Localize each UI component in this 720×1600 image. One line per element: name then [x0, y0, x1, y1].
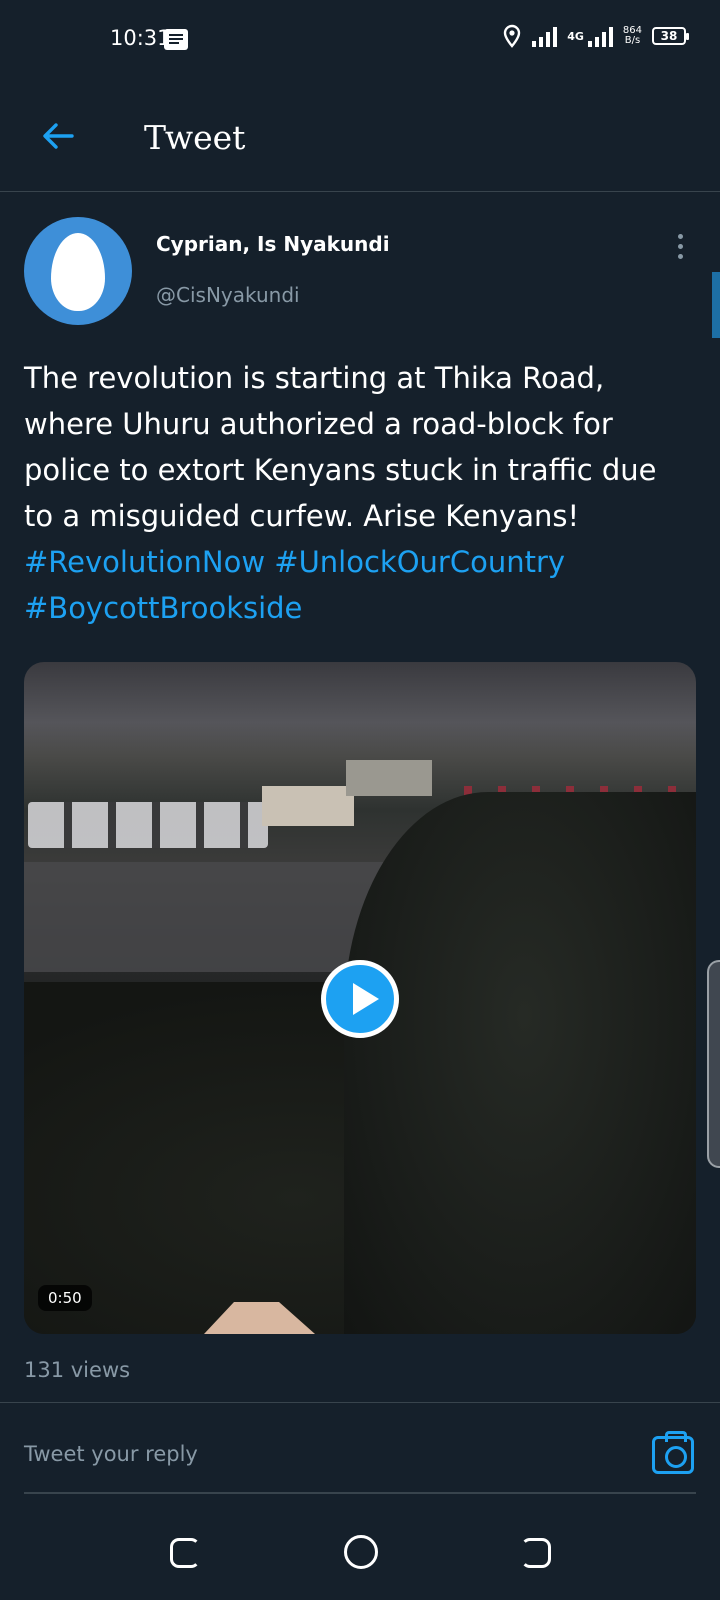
hashtag-link[interactable]: #RevolutionNow	[24, 545, 265, 579]
network-type-label: 4G	[567, 29, 584, 43]
tweet-text: The revolution is starting at Thika Road…	[24, 355, 684, 631]
battery-level: 38	[660, 29, 678, 43]
default-egg-avatar-icon	[51, 233, 105, 311]
home-icon[interactable]	[344, 1535, 378, 1569]
video-duration: 0:50	[38, 1285, 92, 1311]
more-vertical-icon[interactable]	[674, 234, 686, 264]
video-thumbnail-cars	[28, 802, 268, 848]
avatar[interactable]	[24, 217, 132, 325]
top-app-bar: Tweet	[0, 96, 720, 192]
back-arrow-icon[interactable]	[38, 116, 78, 156]
signal-icon	[532, 25, 558, 47]
video-thumbnail-truck	[346, 760, 432, 796]
view-count: 131 views	[24, 1358, 131, 1382]
hashtag-link[interactable]: #BoycottBrookside	[24, 591, 302, 625]
system-nav-bar	[0, 1500, 720, 1600]
divider	[24, 1492, 696, 1494]
status-indicators: 4G 864 B/s 38	[502, 24, 689, 48]
message-icon	[164, 29, 188, 50]
scroll-indicator	[712, 272, 720, 338]
network-speed-unit: B/s	[624, 35, 641, 46]
video-thumbnail-trees	[344, 792, 696, 1334]
battery-icon: 38	[652, 27, 689, 45]
video-thumbnail-truck	[262, 786, 354, 826]
divider	[0, 1402, 720, 1403]
video-thumbnail-road	[24, 862, 384, 972]
tweet-body: The revolution is starting at Thika Road…	[24, 361, 657, 533]
hashtag-link[interactable]: #UnlockOurCountry	[274, 545, 565, 579]
recent-apps-icon[interactable]	[170, 1538, 200, 1568]
signal-icon-2	[587, 25, 613, 47]
author-handle[interactable]: @CisNyakundi	[156, 283, 300, 307]
location-icon	[504, 24, 521, 48]
play-icon[interactable]	[321, 960, 399, 1038]
camera-icon[interactable]	[652, 1431, 694, 1474]
edge-panel-handle[interactable]	[707, 960, 720, 1168]
network-speed: 864 B/s	[623, 26, 642, 46]
page-title: Tweet	[144, 118, 246, 157]
reply-input[interactable]: Tweet your reply	[24, 1442, 198, 1466]
author-name[interactable]: Cyprian, Is Nyakundi	[156, 232, 390, 256]
status-time: 10:31	[110, 26, 171, 50]
back-icon[interactable]	[521, 1538, 551, 1568]
video-media[interactable]: 0:50	[24, 662, 696, 1334]
status-bar: 10:31 4G 864 B/s 38	[0, 0, 720, 80]
